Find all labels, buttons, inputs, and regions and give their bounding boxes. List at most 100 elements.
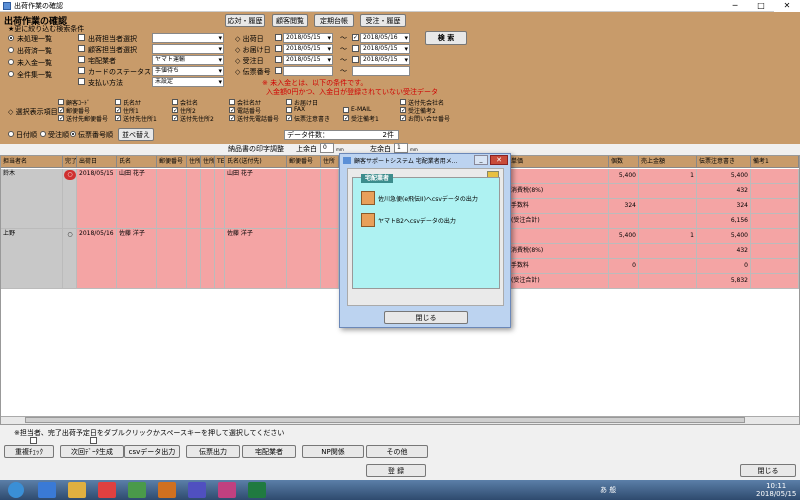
search-button[interactable]: 検 索: [425, 31, 467, 45]
display-col-check[interactable]: ✓: [343, 115, 349, 122]
table-cell[interactable]: 佐藤 洋子: [225, 229, 287, 289]
ie-icon[interactable]: [38, 482, 56, 498]
delivery-date-from[interactable]: 2018/05/15: [283, 44, 333, 54]
dialog-close-icon[interactable]: ✕: [490, 155, 508, 165]
check-order-date-to[interactable]: [352, 56, 359, 63]
delivery-date-to[interactable]: 2018/05/15: [360, 44, 410, 54]
customer-view-button[interactable]: 顧客閲覧: [272, 14, 308, 27]
check-payment[interactable]: [78, 78, 85, 85]
table-cell[interactable]: 2018/05/16: [77, 229, 117, 289]
folder-icon[interactable]: [68, 482, 86, 498]
display-col-check[interactable]: ✓: [58, 107, 64, 114]
table-cell[interactable]: [215, 169, 225, 229]
amount-cell[interactable]: 5,400: [609, 169, 639, 184]
table-cell[interactable]: [187, 169, 201, 229]
app1-icon[interactable]: [128, 482, 146, 498]
display-col-check[interactable]: [58, 99, 64, 105]
display-col-check[interactable]: [286, 107, 292, 113]
amount-cell[interactable]: [751, 199, 799, 214]
display-col-check[interactable]: ✓: [115, 107, 121, 114]
table-cell[interactable]: [201, 169, 215, 229]
amount-cell[interactable]: (受注合計): [509, 214, 609, 229]
footer-button-2[interactable]: csvデータ出力: [124, 445, 180, 458]
column-header[interactable]: 住所: [321, 156, 339, 168]
table-cell[interactable]: [321, 169, 339, 229]
amount-cell[interactable]: 1: [639, 169, 697, 184]
ship-staff-select[interactable]: [152, 33, 224, 43]
display-col-check[interactable]: [286, 99, 292, 105]
column-header[interactable]: 住所2: [201, 156, 215, 168]
yamato-export-option[interactable]: ヤマトB2へcsvデータの出力: [361, 212, 456, 228]
display-col-check[interactable]: ✓: [115, 115, 121, 122]
amount-cell[interactable]: 432: [697, 244, 751, 259]
amount-cell[interactable]: 324: [609, 199, 639, 214]
amount-cell[interactable]: 0: [697, 259, 751, 274]
order-history-button[interactable]: 受注・履歴: [360, 14, 406, 27]
amount-cell[interactable]: 324: [697, 199, 751, 214]
amount-cell[interactable]: 5,832: [697, 274, 751, 289]
amount-cell[interactable]: [609, 244, 639, 259]
slip-number-from[interactable]: [283, 66, 333, 76]
carrier-select[interactable]: ヤマト運輸: [152, 55, 224, 65]
table-cell[interactable]: 鈴木: [1, 169, 63, 229]
footer-button-3[interactable]: 伝票出力: [186, 445, 240, 458]
amount-cell[interactable]: 手数料: [509, 199, 609, 214]
amount-cell[interactable]: 432: [697, 184, 751, 199]
column-header[interactable]: 伝票注意書き: [697, 156, 751, 168]
ledger-button[interactable]: 定期台帳: [314, 14, 354, 27]
table-cell[interactable]: 山田 花子: [225, 169, 287, 229]
start-orb-icon[interactable]: [8, 482, 24, 498]
app3-icon[interactable]: [188, 482, 206, 498]
done-status[interactable]: ○: [64, 170, 76, 180]
order-date-from[interactable]: 2018/05/15: [283, 55, 333, 65]
sort-slip-radio[interactable]: [70, 131, 76, 137]
check-order-date[interactable]: [275, 56, 282, 63]
footer-button-5[interactable]: NP関係: [302, 445, 364, 458]
dialog-close-button[interactable]: 閉じる: [384, 311, 468, 324]
ime-indicator[interactable]: あ 般: [600, 485, 616, 495]
sort-date-radio[interactable]: [8, 131, 14, 137]
footer-check-2[interactable]: [90, 437, 97, 444]
left-margin-input[interactable]: 1: [394, 143, 408, 153]
display-col-check[interactable]: [115, 99, 121, 105]
amount-cell[interactable]: [751, 169, 799, 184]
amount-cell[interactable]: [639, 274, 697, 289]
column-header[interactable]: 氏名(送付先): [225, 156, 287, 168]
column-header[interactable]: 単価: [509, 156, 609, 168]
amount-cell[interactable]: 5,400: [609, 229, 639, 244]
amount-cell[interactable]: [639, 199, 697, 214]
display-col-check[interactable]: ✓: [172, 115, 178, 122]
top-margin-input[interactable]: 0: [320, 143, 334, 153]
amount-cell[interactable]: [751, 214, 799, 229]
display-col-check[interactable]: ✓: [58, 115, 64, 122]
display-col-check[interactable]: ✓: [400, 115, 406, 122]
column-header[interactable]: 郵便番号: [287, 156, 321, 168]
done-status[interactable]: ○: [64, 230, 76, 240]
sagawa-export-option[interactable]: 佐川急便(e飛伝II)へcsvデータの出力: [361, 190, 478, 206]
display-col-check[interactable]: [229, 99, 235, 105]
maximize-button[interactable]: □: [748, 0, 774, 12]
amount-cell[interactable]: [509, 229, 609, 244]
display-col-check[interactable]: ✓: [172, 107, 178, 114]
history-button[interactable]: 応対・履歴: [225, 14, 265, 27]
table-cell[interactable]: [321, 229, 339, 289]
amount-cell[interactable]: [751, 274, 799, 289]
table-cell[interactable]: [287, 169, 321, 229]
card-status-select[interactable]: 手値待ち: [152, 66, 224, 76]
amount-cell[interactable]: [609, 214, 639, 229]
table-cell[interactable]: [187, 229, 201, 289]
table-cell[interactable]: 山田 花子: [117, 169, 157, 229]
column-header[interactable]: 住所1: [187, 156, 201, 168]
app2-icon[interactable]: [158, 482, 176, 498]
amount-cell[interactable]: [609, 274, 639, 289]
payment-select[interactable]: 未設定: [152, 77, 224, 87]
table-cell[interactable]: [287, 229, 321, 289]
check-carrier[interactable]: [78, 56, 85, 63]
minimize-button[interactable]: ─: [722, 0, 748, 12]
customer-staff-select[interactable]: [152, 44, 224, 54]
column-header[interactable]: 郵便番号: [157, 156, 187, 168]
amount-cell[interactable]: 5,400: [697, 229, 751, 244]
amount-cell[interactable]: (受注合計): [509, 274, 609, 289]
check-ship-staff[interactable]: [78, 34, 85, 41]
radio-all[interactable]: [8, 71, 14, 77]
